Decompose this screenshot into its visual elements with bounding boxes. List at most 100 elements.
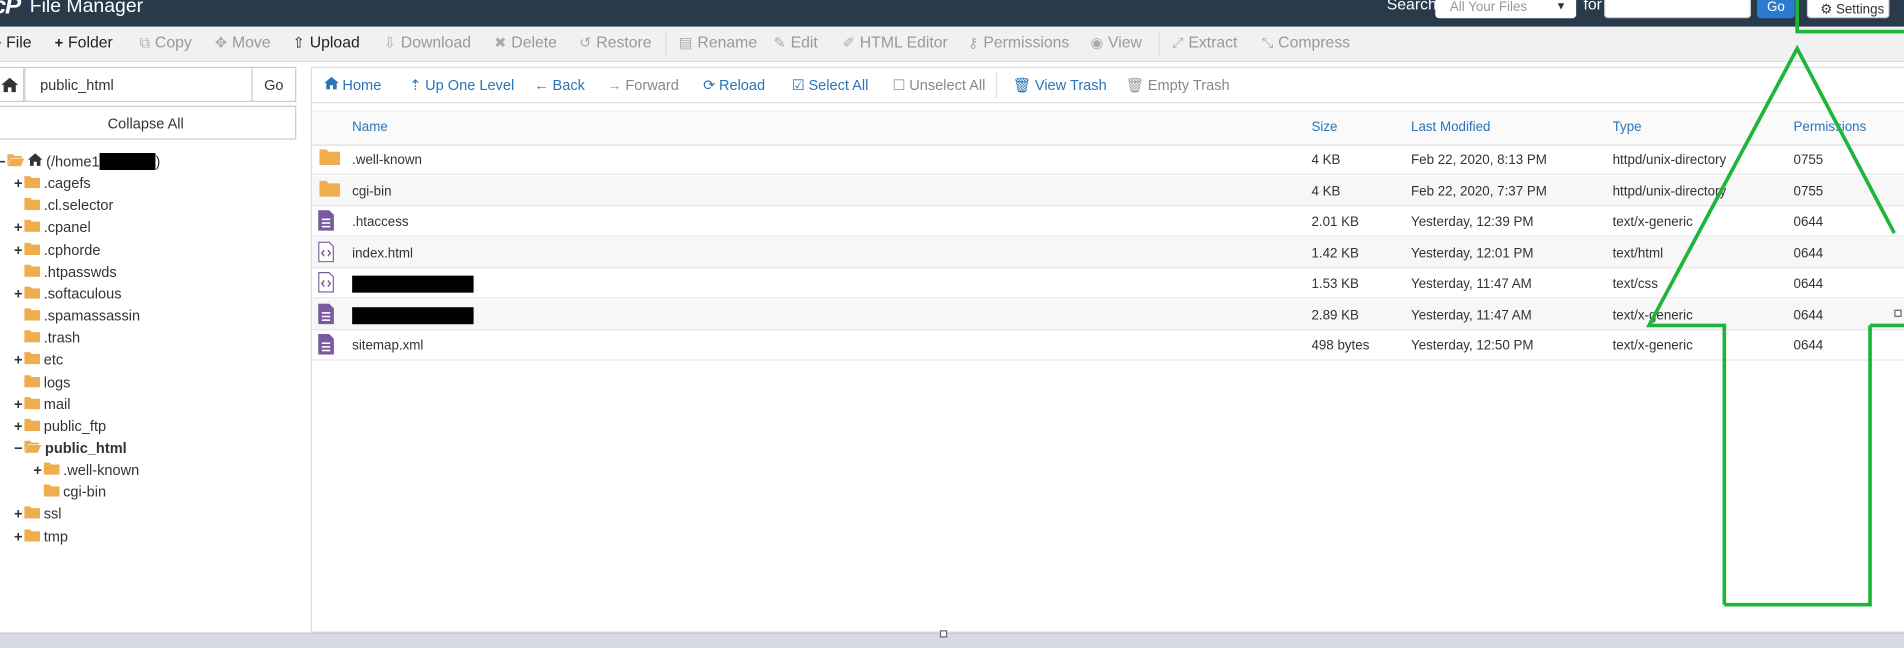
tree-item[interactable]: + .well-known [32,459,139,481]
search-go-button[interactable]: Go [1757,0,1795,19]
toolbar-edit-button[interactable]: ✎ Edit [774,33,818,51]
collapse-icon[interactable]: − [12,440,24,457]
expand-icon[interactable]: + [12,219,24,236]
nav-select-all-button[interactable]: ☑ Select All [792,77,869,94]
tree-item[interactable]: .cl.selector [12,195,113,217]
tree-item[interactable]: + ssl [12,503,62,525]
tree-item[interactable]: + etc [12,349,63,371]
toolbar-button-label: File [6,32,32,52]
column-header[interactable]: Name [352,120,388,135]
expand-icon[interactable]: + [12,351,24,368]
cell-size: 4 KB [1311,153,1341,168]
edit-icon: ✐ [842,34,855,52]
folder-icon [43,484,60,501]
toolbar-move-button[interactable]: ✥ Move [215,33,271,51]
table-row[interactable]: 1.53 KB Yesterday, 11:47 AM text/css 0644 [312,268,1904,299]
toolbar-html-editor-button[interactable]: ✐ HTML Editor [843,33,948,51]
path-go-button[interactable]: Go [251,66,297,103]
pencil-icon: ✎ [773,34,786,52]
nav-empty-trash-button[interactable]: 🗑 Empty Trash [1126,77,1230,94]
nav-forward-button[interactable]: → Forward [607,77,679,94]
tree-home-button[interactable] [0,66,25,103]
reload-icon: ⟳ [703,76,716,94]
toolbar-permissions-button[interactable]: ⚷ Permissions [968,33,1070,51]
nav-up-one-level-button[interactable]: ⇡ Up One Level [409,77,514,94]
resize-handle-bottom[interactable] [939,630,948,638]
table-row[interactable]: .well-known 4 KB Feb 22, 2020, 8:13 PM http… [312,145,1904,175]
expand-icon[interactable]: + [12,175,24,192]
column-header[interactable]: Size [1311,120,1337,135]
nav-view-trash-button[interactable]: 🗑 View Trash [1013,77,1107,94]
column-header[interactable]: Type [1613,120,1642,135]
cell-name [352,275,474,297]
expand-icon[interactable]: + [12,395,24,412]
cell-perms: 0644 [1793,245,1824,261]
search-scope-select[interactable]: All Your Files ▼ [1435,0,1577,19]
cell-perms: 0755 [1793,183,1824,199]
tree-item[interactable]: + .cpanel [12,217,91,239]
toolbar-rename-button[interactable]: ▤ Rename [679,33,757,51]
nav-unselect-all-button[interactable]: ☐ Unselect All [893,77,986,94]
resize-handle-right[interactable] [1894,309,1902,317]
tree-item[interactable]: .htpasswds [12,261,117,283]
tree-item[interactable]: − (/home1) [0,151,160,173]
nav-reload-button[interactable]: ⟳ Reload [703,77,765,94]
tree-item-suffix: ) [155,153,161,171]
text-file-icon [318,302,334,327]
toolbar-restore-button[interactable]: ↺ Restore [579,33,651,51]
expand-icon: ⤢ [1171,34,1184,52]
tree-item[interactable]: + .softaculous [12,283,122,305]
toolbar-upload-button[interactable]: ⇧ Upload [293,33,360,51]
expand-icon[interactable]: + [12,528,24,545]
collapse-icon[interactable]: − [0,153,7,170]
tree-item-label: .cl.selector [43,197,114,215]
table-row[interactable]: .htaccess 2.01 KB Yesterday, 12:39 PM text/… [312,206,1904,237]
table-row[interactable]: sitemap.xml 498 bytes Yesterday, 12:50 PM t… [312,330,1904,361]
toolbar-file-button[interactable]: + File [0,33,32,51]
table-row[interactable]: cgi-bin 4 KB Feb 22, 2020, 7:37 PM httpd/un… [312,175,1904,206]
column-header[interactable]: Permissions [1794,120,1867,135]
tree-item[interactable]: − public_html [12,437,127,459]
table-row[interactable]: index.html 1.42 KB Yesterday, 12:01 PM text… [312,237,1904,268]
tree-item-label: .spamassassin [43,307,141,325]
expand-icon[interactable]: + [12,241,24,258]
column-header[interactable]: Last Modified [1411,120,1490,135]
tree-item[interactable]: + tmp [12,525,68,547]
expand-icon[interactable]: + [12,506,24,523]
toolbar-copy-button[interactable]: ⧉ Copy [140,33,192,51]
collapse-all-button[interactable]: Collapse All [0,105,297,140]
settings-button[interactable]: ⚙ Settings [1806,0,1890,19]
nav-back-button[interactable]: ← Back [534,77,585,94]
tree-item[interactable]: .spamassassin [12,305,140,327]
toolbar-compress-button[interactable]: ⤡ Compress [1262,33,1350,51]
toolbar-folder-button[interactable]: + Folder [55,33,113,51]
move-icon: ✥ [214,34,228,52]
tree-item[interactable]: + public_ftp [12,415,106,437]
nav-button-label: Back [552,76,585,94]
cell-modified: Yesterday, 12:01 PM [1411,245,1534,261]
expand-icon[interactable]: + [12,285,24,302]
search-input[interactable] [1604,0,1752,19]
toolbar-download-button[interactable]: ⇩ Download [384,33,471,51]
nav-home-button[interactable]: Home [324,77,381,94]
resize-bar[interactable] [0,632,1904,648]
cell-name: index.html [352,245,414,261]
tree-item[interactable]: + .cphorde [12,239,100,261]
tree-item[interactable]: .trash [12,327,80,349]
app-title: File Manager [29,0,144,17]
tree-item[interactable]: + mail [12,393,71,415]
folder-icon [24,329,41,346]
toolbar-view-button[interactable]: ◉ View [1090,33,1142,51]
expand-icon[interactable]: + [32,462,44,479]
tree-item[interactable]: + .cagefs [12,173,91,195]
tree-item[interactable]: logs [12,371,70,393]
tree-item-label: .cagefs [43,175,91,193]
toolbar-delete-button[interactable]: ✖ Delete [494,33,557,51]
cell-size: 2.89 KB [1311,307,1359,323]
chevron-down-icon: ▼ [1555,0,1567,13]
toolbar-extract-button[interactable]: ⤢ Extract [1172,33,1238,51]
expand-icon[interactable]: + [12,417,24,434]
tree-item[interactable]: cgi-bin [32,481,106,503]
table-row[interactable]: 2.89 KB Yesterday, 11:47 AM text/x-generic… [312,299,1904,330]
path-input[interactable]: public_html [24,66,253,103]
